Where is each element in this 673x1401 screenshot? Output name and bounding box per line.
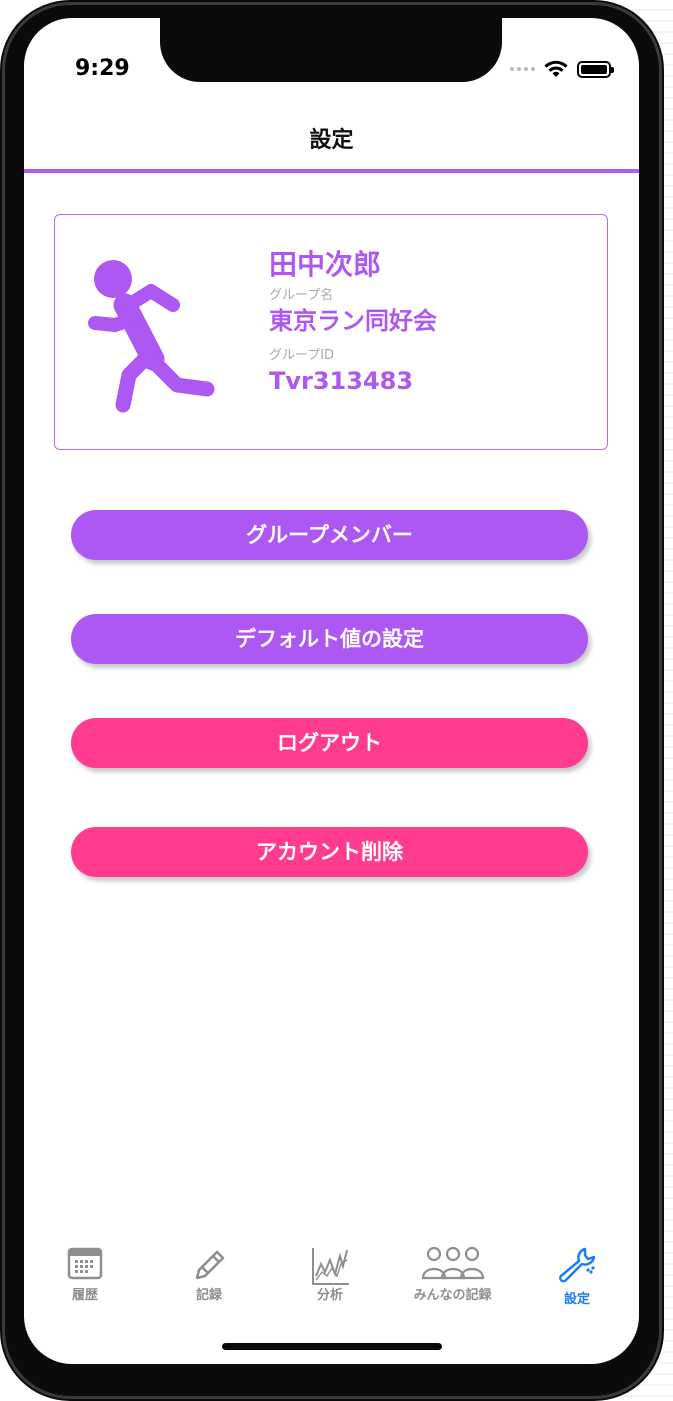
- group-members-button[interactable]: グループメンバー: [71, 510, 588, 560]
- tab-history[interactable]: 履歴: [30, 1246, 140, 1303]
- battery-icon: [577, 60, 614, 78]
- status-icons: [510, 59, 614, 79]
- people-icon: [421, 1246, 484, 1280]
- tab-label: 分析: [316, 1288, 343, 1303]
- group-name-label: グループ名: [269, 288, 334, 303]
- pencil-icon: [195, 1250, 225, 1280]
- calendar-icon: [67, 1247, 103, 1280]
- logout-button[interactable]: ログアウト: [71, 718, 588, 768]
- user-name: 田中次郎: [269, 248, 382, 281]
- delete-account-button[interactable]: アカウント削除: [71, 827, 588, 877]
- tab-everyone-records[interactable]: みんなの記録: [400, 1246, 505, 1303]
- phone-frame: 9:29 設定 田中次郎 グループ名 東京ラン同好会 グループID Tvr313…: [0, 0, 664, 1401]
- tab-record[interactable]: 記録: [154, 1246, 264, 1303]
- wifi-icon: [544, 60, 568, 77]
- notch: [160, 18, 502, 82]
- group-id: Tvr313483: [269, 367, 414, 395]
- home-indicator[interactable]: [222, 1343, 442, 1350]
- profile-card: 田中次郎 グループ名 東京ラン同好会 グループID Tvr313483: [54, 214, 608, 450]
- tab-label: みんなの記録: [413, 1288, 492, 1303]
- tab-settings[interactable]: 設定: [522, 1246, 632, 1307]
- header-divider: [24, 169, 639, 173]
- page-title: 設定: [309, 128, 354, 153]
- screen: 9:29 設定 田中次郎 グループ名 東京ラン同好会 グループID Tvr313…: [24, 18, 639, 1364]
- runner-icon: [88, 260, 215, 413]
- line-chart-icon: [312, 1248, 349, 1285]
- default-settings-button[interactable]: デフォルト値の設定: [71, 614, 588, 664]
- status-time: 9:29: [75, 56, 130, 81]
- tab-label: 設定: [563, 1292, 590, 1307]
- profile-info: 田中次郎 グループ名 東京ラン同好会 グループID Tvr313483: [269, 247, 437, 397]
- tab-label: 履歴: [71, 1288, 98, 1303]
- group-name: 東京ラン同好会: [269, 307, 437, 335]
- group-id-label: グループID: [269, 348, 335, 363]
- tab-label: 記録: [195, 1288, 222, 1303]
- tab-analysis[interactable]: 分析: [275, 1246, 385, 1303]
- signal-icon: [510, 67, 535, 71]
- wrench-icon: [559, 1247, 596, 1283]
- tab-bar: 履歴 記録 分析 みんなの記録 設定: [24, 1246, 639, 1316]
